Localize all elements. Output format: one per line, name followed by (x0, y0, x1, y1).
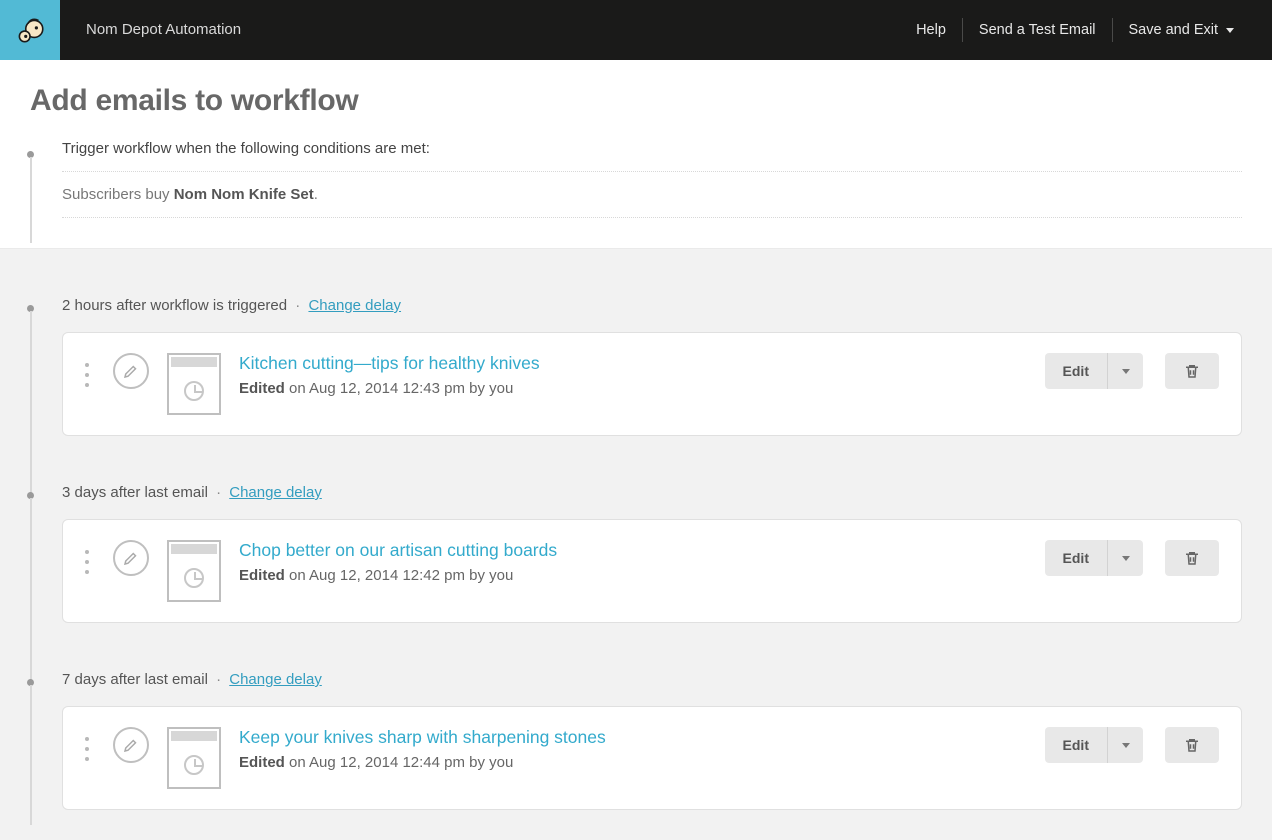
trigger-heading: Trigger workflow when the following cond… (62, 140, 1242, 172)
trigger-condition: Subscribers buy Nom Nom Knife Set. (62, 172, 1242, 218)
timeline-line (30, 311, 32, 511)
edit-button[interactable]: Edit (1045, 353, 1107, 389)
timeline-line (30, 498, 32, 698)
edit-button[interactable]: Edit (1045, 727, 1107, 763)
trash-icon (1183, 362, 1201, 380)
edit-button[interactable]: Edit (1045, 540, 1107, 576)
delay-text: 2 hours after workflow is triggered (62, 297, 287, 314)
change-delay-link[interactable]: Change delay (308, 297, 401, 314)
save-and-exit-label: Save and Exit (1129, 18, 1218, 42)
top-actions: Help Send a Test Email Save and Exit (900, 0, 1272, 60)
step-delay-header: 3 days after last email · Change delay (62, 484, 1242, 501)
trigger-suffix: . (314, 186, 318, 203)
email-title-link[interactable]: Kitchen cutting—tips for healthy knives (239, 353, 1027, 374)
email-thumbnail[interactable] (167, 540, 221, 602)
send-test-link[interactable]: Send a Test Email (962, 18, 1112, 42)
delete-button[interactable] (1165, 353, 1219, 389)
design-icon[interactable] (113, 353, 149, 389)
chevron-down-icon (1226, 28, 1234, 33)
workflow-step: 7 days after last email · Change delay K… (30, 671, 1242, 810)
delete-button[interactable] (1165, 540, 1219, 576)
pencil-icon (122, 736, 140, 754)
pencil-icon (122, 549, 140, 567)
step-delay-header: 2 hours after workflow is triggered · Ch… (62, 297, 1242, 314)
help-link[interactable]: Help (900, 18, 962, 42)
email-meta: Edited on Aug 12, 2014 12:44 pm by you (239, 754, 1027, 771)
page-title: Add emails to workflow (30, 84, 1242, 118)
chevron-down-icon (1122, 369, 1130, 374)
campaign-name[interactable]: Nom Depot Automation (60, 0, 267, 60)
chevron-down-icon (1122, 556, 1130, 561)
email-info: Chop better on our artisan cutting board… (239, 540, 1027, 584)
email-info: Keep your knives sharp with sharpening s… (239, 727, 1027, 771)
email-thumbnail[interactable] (167, 727, 221, 789)
email-card: Chop better on our artisan cutting board… (62, 519, 1242, 623)
timeline-line (30, 157, 32, 243)
top-bar: Nom Depot Automation Help Send a Test Em… (0, 0, 1272, 60)
pencil-icon (122, 362, 140, 380)
edit-button-group: Edit (1045, 540, 1143, 576)
timeline-line (30, 685, 32, 825)
trash-icon (1183, 549, 1201, 567)
separator: · (295, 297, 300, 314)
design-icon[interactable] (113, 727, 149, 763)
trigger-section: Add emails to workflow Trigger workflow … (0, 60, 1272, 249)
trigger-product: Nom Nom Knife Set (174, 186, 314, 203)
clock-icon (184, 568, 204, 588)
drag-handle-icon[interactable] (85, 363, 95, 387)
email-card: Kitchen cutting—tips for healthy knives … (62, 332, 1242, 436)
card-actions: Edit (1045, 353, 1219, 389)
email-meta: Edited on Aug 12, 2014 12:43 pm by you (239, 380, 1027, 397)
email-card: Keep your knives sharp with sharpening s… (62, 706, 1242, 810)
delete-button[interactable] (1165, 727, 1219, 763)
delay-text: 3 days after last email (62, 484, 208, 501)
drag-handle-icon[interactable] (85, 550, 95, 574)
edit-dropdown-button[interactable] (1107, 727, 1143, 763)
edit-button-group: Edit (1045, 353, 1143, 389)
separator: · (216, 484, 221, 501)
separator: · (216, 671, 221, 688)
card-actions: Edit (1045, 540, 1219, 576)
clock-icon (184, 381, 204, 401)
email-title-link[interactable]: Keep your knives sharp with sharpening s… (239, 727, 1027, 748)
drag-handle-icon[interactable] (85, 737, 95, 761)
email-thumbnail[interactable] (167, 353, 221, 415)
email-info: Kitchen cutting—tips for healthy knives … (239, 353, 1027, 397)
freddie-icon (13, 13, 47, 47)
email-title-link[interactable]: Chop better on our artisan cutting board… (239, 540, 1027, 561)
trigger-prefix: Subscribers buy (62, 186, 174, 203)
change-delay-link[interactable]: Change delay (229, 671, 322, 688)
step-delay-header: 7 days after last email · Change delay (62, 671, 1242, 688)
save-and-exit-button[interactable]: Save and Exit (1112, 18, 1250, 42)
change-delay-link[interactable]: Change delay (229, 484, 322, 501)
chevron-down-icon (1122, 743, 1130, 748)
workflow-step: 3 days after last email · Change delay C… (30, 484, 1242, 623)
card-actions: Edit (1045, 727, 1219, 763)
clock-icon (184, 755, 204, 775)
edit-dropdown-button[interactable] (1107, 353, 1143, 389)
mailchimp-logo[interactable] (0, 0, 60, 60)
design-icon[interactable] (113, 540, 149, 576)
email-meta: Edited on Aug 12, 2014 12:42 pm by you (239, 567, 1027, 584)
edit-dropdown-button[interactable] (1107, 540, 1143, 576)
workflow-steps: 2 hours after workflow is triggered · Ch… (30, 249, 1242, 840)
delay-text: 7 days after last email (62, 671, 208, 688)
workflow-step: 2 hours after workflow is triggered · Ch… (30, 297, 1242, 436)
edit-button-group: Edit (1045, 727, 1143, 763)
trash-icon (1183, 736, 1201, 754)
